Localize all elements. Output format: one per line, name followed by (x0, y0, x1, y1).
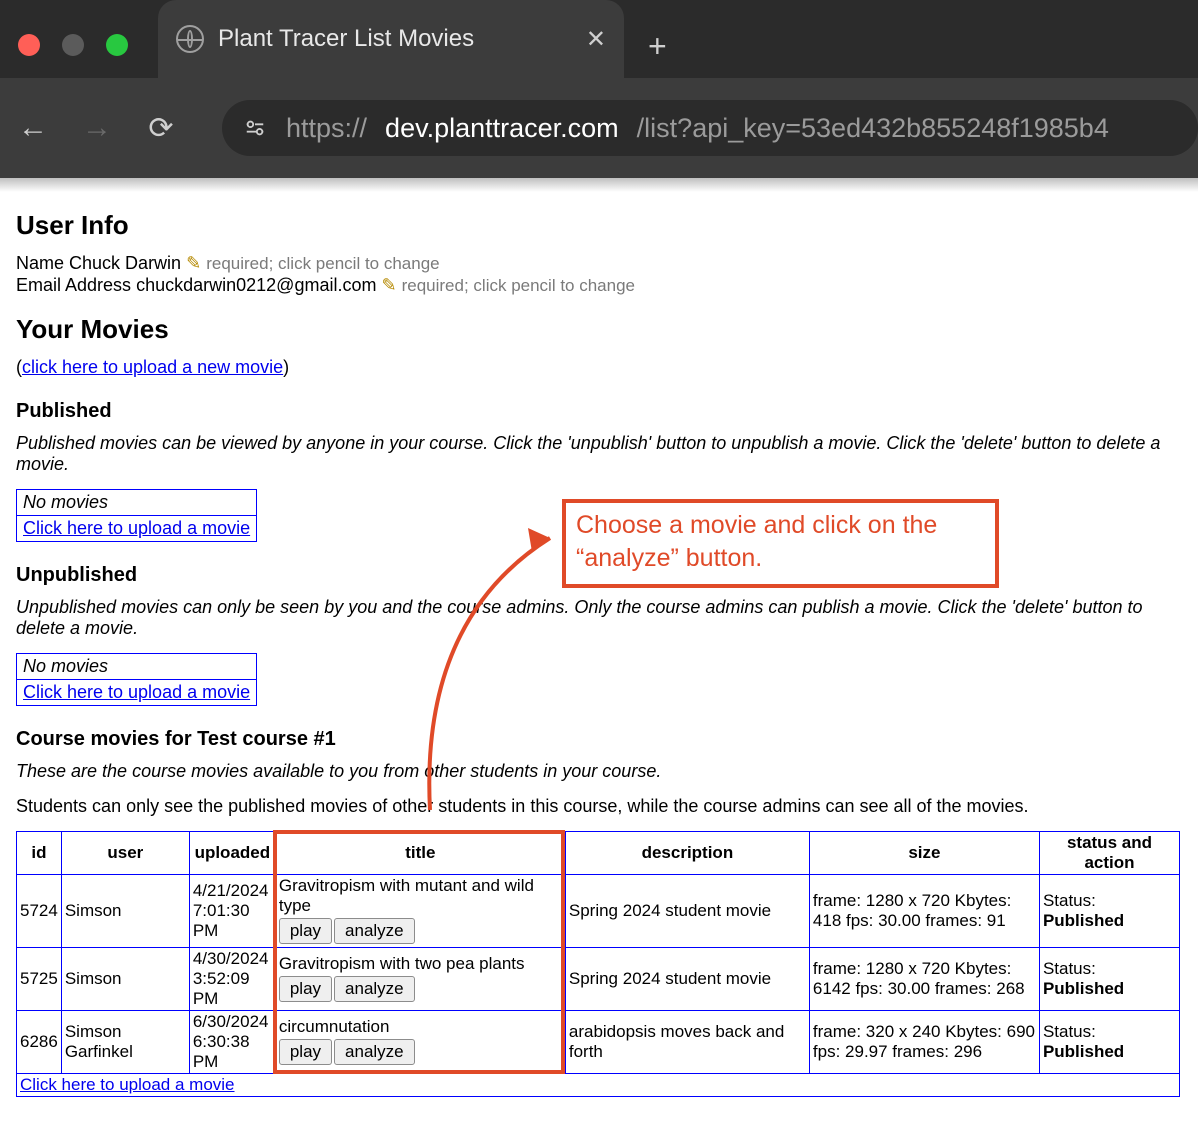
cell-id: 5724 (17, 875, 62, 948)
unpublished-desc: Unpublished movies can only be seen by y… (16, 597, 1182, 639)
user-email-label: Email Address (16, 275, 131, 295)
cell-size: frame: 1280 x 720 Kbytes: 6142 fps: 30.0… (809, 948, 1039, 1011)
forward-button: → (82, 111, 112, 145)
user-email-row: Email Address chuckdarwin0212@gmail.com … (16, 275, 1182, 296)
your-movies-heading: Your Movies (16, 314, 1182, 345)
cell-uploaded: 4/30/2024 3:52:09 PM (189, 948, 275, 1011)
cell-uploaded: 4/21/2024 7:01:30 PM (189, 875, 275, 948)
course-movies-table: id user uploaded title description size … (16, 831, 1180, 1097)
table-row: 5724Simson4/21/2024 7:01:30 PMGravitropi… (17, 875, 1180, 948)
table-footer-upload-link[interactable]: Click here to upload a movie (20, 1075, 235, 1094)
play-button[interactable]: play (279, 918, 332, 944)
user-name-row: Name Chuck Darwin ✎ required; click penc… (16, 253, 1182, 274)
url-domain: dev.planttracer.com (385, 113, 619, 144)
cell-user: Simson (61, 875, 189, 948)
movie-title: Gravitropism with mutant and wild type (279, 876, 562, 916)
cell-size: frame: 320 x 240 Kbytes: 690 fps: 29.97 … (809, 1011, 1039, 1074)
unpublished-mini-table: No movies Click here to upload a movie (16, 653, 257, 706)
th-uploaded: uploaded (189, 832, 275, 875)
table-row: 5725Simson4/30/2024 3:52:09 PMGravitropi… (17, 948, 1180, 1011)
published-desc: Published movies can be viewed by anyone… (16, 433, 1182, 475)
page-shadow (0, 178, 1198, 192)
analyze-button[interactable]: analyze (334, 1039, 415, 1065)
browser-tab[interactable]: Plant Tracer List Movies ✕ (158, 0, 624, 78)
movie-title: circumnutation (279, 1017, 562, 1037)
analyze-button[interactable]: analyze (334, 918, 415, 944)
table-header-row: id user uploaded title description size … (17, 832, 1180, 875)
cell-title: Gravitropism with two pea plantsplayanal… (275, 948, 565, 1011)
globe-icon (176, 25, 204, 53)
cell-size: frame: 1280 x 720 Kbytes: 418 fps: 30.00… (809, 875, 1039, 948)
url-scheme: https:// (286, 113, 367, 144)
upload-new-movie-row: (click here to upload a new movie) (16, 357, 1182, 378)
reload-button[interactable]: ⟳ (146, 111, 176, 146)
table-row: 6286Simson Garfinkel6/30/2024 6:30:38 PM… (17, 1011, 1180, 1074)
tab-title: Plant Tracer List Movies (218, 25, 474, 53)
upload-post: ) (283, 357, 289, 377)
course-desc-normal: Students can only see the published movi… (16, 796, 1182, 817)
new-tab-icon[interactable]: + (648, 30, 667, 62)
window-close-icon[interactable] (18, 34, 40, 56)
cell-status: Status: Published (1039, 948, 1179, 1011)
play-button[interactable]: play (279, 1039, 332, 1065)
window-maximize-icon[interactable] (106, 34, 128, 56)
th-id: id (17, 832, 62, 875)
cell-description: arabidopsis moves back and forth (565, 1011, 809, 1074)
cell-user: Simson (61, 948, 189, 1011)
published-no-movies: No movies (23, 492, 108, 512)
user-email-value: chuckdarwin0212@gmail.com (136, 275, 376, 295)
course-desc-italic: These are the course movies available to… (16, 761, 1182, 782)
cell-title: Gravitropism with mutant and wild typepl… (275, 875, 565, 948)
user-name-helper: required; click pencil to change (206, 254, 439, 273)
analyze-button[interactable]: analyze (334, 976, 415, 1002)
unpublished-upload-link[interactable]: Click here to upload a movie (23, 682, 250, 702)
cell-user: Simson Garfinkel (61, 1011, 189, 1074)
movie-title: Gravitropism with two pea plants (279, 954, 562, 974)
user-name-label: Name (16, 253, 64, 273)
cell-id: 5725 (17, 948, 62, 1011)
user-name-value: Chuck Darwin (69, 253, 181, 273)
page-content: User Info Name Chuck Darwin ✎ required; … (0, 210, 1198, 1127)
th-status: status and action (1039, 832, 1179, 875)
window-minimize-icon[interactable] (62, 34, 84, 56)
browser-chrome: Plant Tracer List Movies ✕ + ← → ⟳ https… (0, 0, 1198, 178)
pencil-icon[interactable]: ✎ (381, 275, 396, 295)
back-button[interactable]: ← (18, 111, 48, 145)
th-user: user (61, 832, 189, 875)
cell-status: Status: Published (1039, 875, 1179, 948)
course-heading: Course movies for Test course #1 (16, 728, 1182, 751)
user-info-heading: User Info (16, 210, 1182, 241)
annotation-callout: Choose a movie and click on the “analyze… (562, 499, 999, 588)
cell-title: circumnutationplayanalyze (275, 1011, 565, 1074)
unpublished-no-movies: No movies (23, 656, 108, 676)
upload-new-movie-link[interactable]: click here to upload a new movie (22, 357, 283, 377)
cell-description: Spring 2024 student movie (565, 948, 809, 1011)
published-mini-table: No movies Click here to upload a movie (16, 489, 257, 542)
browser-toolbar: ← → ⟳ https:// dev.planttracer.com/list?a… (0, 78, 1198, 178)
user-email-helper: required; click pencil to change (402, 276, 635, 295)
close-tab-icon[interactable]: ✕ (586, 25, 606, 54)
cell-status: Status: Published (1039, 1011, 1179, 1074)
cell-uploaded: 6/30/2024 6:30:38 PM (189, 1011, 275, 1074)
cell-description: Spring 2024 student movie (565, 875, 809, 948)
th-title: title (275, 832, 565, 875)
url-path: /list?api_key=53ed432b855248f1985b4 (637, 113, 1109, 144)
cell-id: 6286 (17, 1011, 62, 1074)
th-size: size (809, 832, 1039, 875)
annotation-text: Choose a movie and click on the “analyze… (576, 511, 937, 572)
pencil-icon[interactable]: ✎ (186, 253, 201, 273)
window-controls (18, 34, 128, 56)
published-heading: Published (16, 400, 1182, 423)
published-upload-link[interactable]: Click here to upload a movie (23, 518, 250, 538)
play-button[interactable]: play (279, 976, 332, 1002)
th-description: description (565, 832, 809, 875)
site-settings-icon[interactable] (242, 115, 268, 141)
address-bar[interactable]: https:// dev.planttracer.com/list?api_key… (222, 100, 1198, 156)
